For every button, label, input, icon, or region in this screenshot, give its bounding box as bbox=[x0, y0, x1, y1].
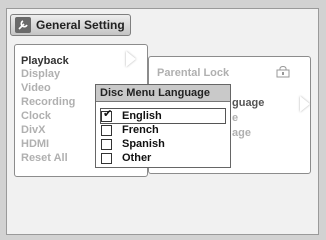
menu-item-display[interactable]: Display bbox=[21, 68, 60, 80]
selection-arrow-icon bbox=[126, 51, 136, 67]
menu-item-playback[interactable]: Playback bbox=[21, 55, 69, 67]
checkmark-icon: ✔ bbox=[103, 107, 113, 120]
right-item-partial-1[interactable]: guage bbox=[232, 97, 264, 109]
title-bar: General Setting bbox=[10, 14, 131, 36]
disc-menu-language-popup: Disc Menu Language ✔ English French Span… bbox=[95, 84, 231, 168]
menu-item-clock[interactable]: Clock bbox=[21, 110, 51, 122]
language-option-other[interactable]: Other bbox=[101, 151, 225, 165]
language-option-english[interactable]: ✔ English bbox=[100, 107, 226, 124]
osd-frame: General Setting Playback Display Video R… bbox=[0, 0, 326, 240]
right-item-partial-2[interactable]: e bbox=[232, 112, 238, 124]
menu-item-divx[interactable]: DivX bbox=[21, 124, 45, 136]
language-option-french[interactable]: French bbox=[101, 123, 225, 137]
menu-item-recording[interactable]: Recording bbox=[21, 96, 75, 108]
menu-item-reset-all[interactable]: Reset All bbox=[21, 152, 68, 164]
language-option-spanish[interactable]: Spanish bbox=[101, 137, 225, 151]
checkbox[interactable] bbox=[101, 138, 112, 150]
menu-item-hdmi[interactable]: HDMI bbox=[21, 138, 49, 150]
checkbox[interactable]: ✔ bbox=[101, 107, 113, 122]
page-title: General Setting bbox=[36, 18, 125, 32]
popup-title: Disc Menu Language bbox=[96, 85, 230, 102]
checkbox[interactable] bbox=[101, 152, 112, 164]
checkbox[interactable] bbox=[101, 124, 112, 136]
selection-arrow-icon bbox=[300, 96, 310, 112]
wrench-icon bbox=[15, 17, 31, 33]
right-item-partial-3[interactable]: age bbox=[232, 127, 251, 139]
lock-icon bbox=[276, 66, 290, 78]
parental-lock-label[interactable]: Parental Lock bbox=[157, 67, 229, 79]
menu-item-video[interactable]: Video bbox=[21, 82, 51, 94]
